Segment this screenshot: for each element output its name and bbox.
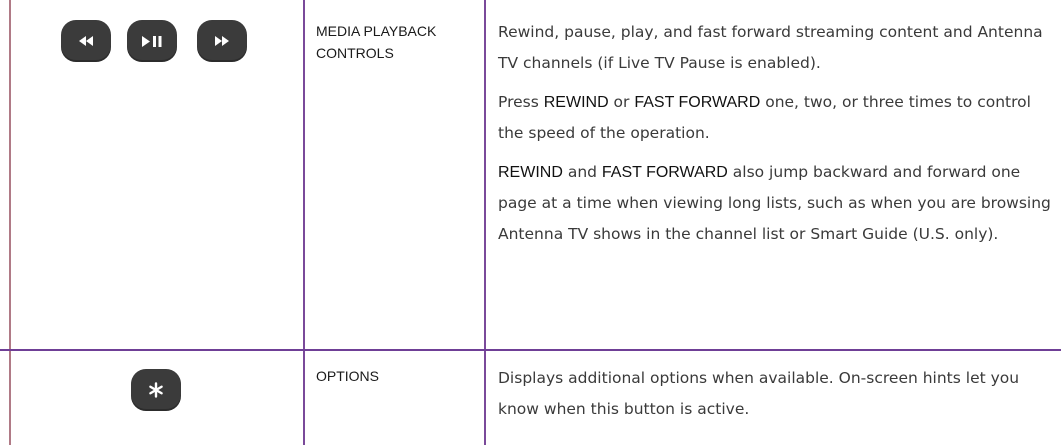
description-text: or xyxy=(608,93,635,111)
fast-forward-icon xyxy=(214,36,230,46)
asterisk-icon xyxy=(148,382,164,398)
button-name: OPTIONS xyxy=(316,368,380,384)
description-paragraph: Displays additional options when availab… xyxy=(498,363,1053,425)
button-description: Rewind, pause, play, and fast forward st… xyxy=(498,17,1053,258)
description-text: and xyxy=(562,163,602,181)
keyword-fast-forward: FAST FORWARD xyxy=(601,164,728,181)
play-pause-button-image xyxy=(127,20,177,62)
table-row-media-playback: MEDIA PLAYBACK CONTROLS Rewind, pause, p… xyxy=(0,0,1061,349)
keyword-fast-forward: FAST FORWARD xyxy=(634,94,761,111)
description-text: Displays additional options when availab… xyxy=(498,369,1020,418)
rewind-icon xyxy=(78,36,94,46)
button-image-cell xyxy=(11,0,303,349)
remote-buttons-table: MEDIA PLAYBACK CONTROLS Rewind, pause, p… xyxy=(0,0,1061,445)
rewind-button-image xyxy=(61,20,111,62)
keyword-rewind: REWIND xyxy=(543,94,609,111)
description-paragraph: Press REWIND or FAST FORWARD one, two, o… xyxy=(498,87,1053,149)
options-button-image xyxy=(131,369,181,411)
description-text: Rewind, pause, play, and fast forward st… xyxy=(498,23,1043,72)
keyword-rewind: REWIND xyxy=(498,164,563,181)
description-text: Press xyxy=(498,93,544,111)
fast-forward-button-image xyxy=(197,20,247,62)
button-description: Displays additional options when availab… xyxy=(498,363,1053,433)
description-paragraph: REWIND and FAST FORWARD also jump backwa… xyxy=(498,157,1053,250)
button-image-cell xyxy=(11,351,303,445)
table-row-options: OPTIONS Displays additional options when… xyxy=(0,351,1061,445)
play-pause-icon xyxy=(141,35,163,47)
button-name: MEDIA PLAYBACK CONTROLS xyxy=(316,23,437,61)
description-paragraph: Rewind, pause, play, and fast forward st… xyxy=(498,17,1053,79)
